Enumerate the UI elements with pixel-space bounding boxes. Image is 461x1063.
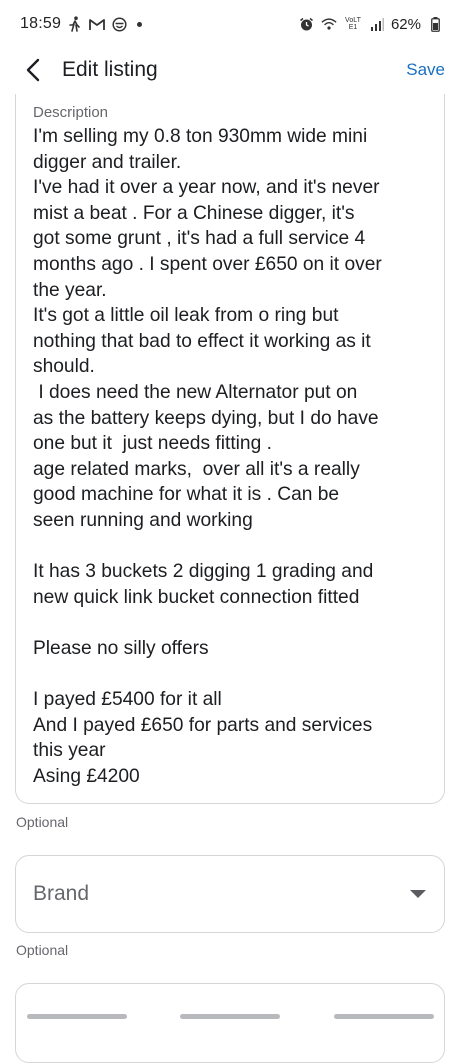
- dropdown-arrow-icon: [410, 890, 426, 898]
- emoji-icon: [111, 16, 127, 32]
- brand-dropdown[interactable]: Brand: [15, 855, 445, 933]
- status-left: 18:59: [20, 15, 143, 33]
- signal-icon: [369, 16, 385, 32]
- status-bar: 18:59 VoLTE1 62%: [0, 0, 461, 48]
- volte-text: VoLTE1: [345, 17, 361, 31]
- recents-gesture[interactable]: [26, 1013, 127, 1019]
- description-helper-text: Optional: [16, 814, 69, 830]
- description-field[interactable]: Description I'm selling my 0.8 ton 930mm…: [15, 94, 445, 804]
- home-gesture[interactable]: [180, 1013, 281, 1019]
- gesture-bar: [0, 1008, 461, 1024]
- walking-icon: [67, 16, 83, 32]
- wifi-icon: [321, 16, 337, 32]
- back-button[interactable]: [18, 55, 48, 85]
- chevron-left-icon: [26, 58, 40, 82]
- battery-percent: 62%: [390, 15, 421, 33]
- page-title: Edit listing: [62, 58, 158, 81]
- description-label: Description: [33, 104, 109, 121]
- save-button[interactable]: Save: [406, 60, 445, 80]
- alarm-icon: [299, 16, 315, 32]
- brand-label: Brand: [33, 882, 90, 905]
- notification-dot: [137, 21, 143, 27]
- brand-helper-text: Optional: [16, 942, 69, 958]
- battery-icon: [427, 16, 443, 32]
- status-right: VoLTE1 62%: [299, 16, 443, 33]
- volte-icon: VoLTE1: [343, 16, 363, 32]
- description-text[interactable]: I'm selling my 0.8 ton 930mm wide mini d…: [33, 124, 430, 789]
- app-bar: Edit listing Save: [0, 48, 461, 92]
- status-time: 18:59: [20, 15, 62, 32]
- gmail-icon: [89, 16, 105, 32]
- back-gesture[interactable]: [334, 1013, 435, 1019]
